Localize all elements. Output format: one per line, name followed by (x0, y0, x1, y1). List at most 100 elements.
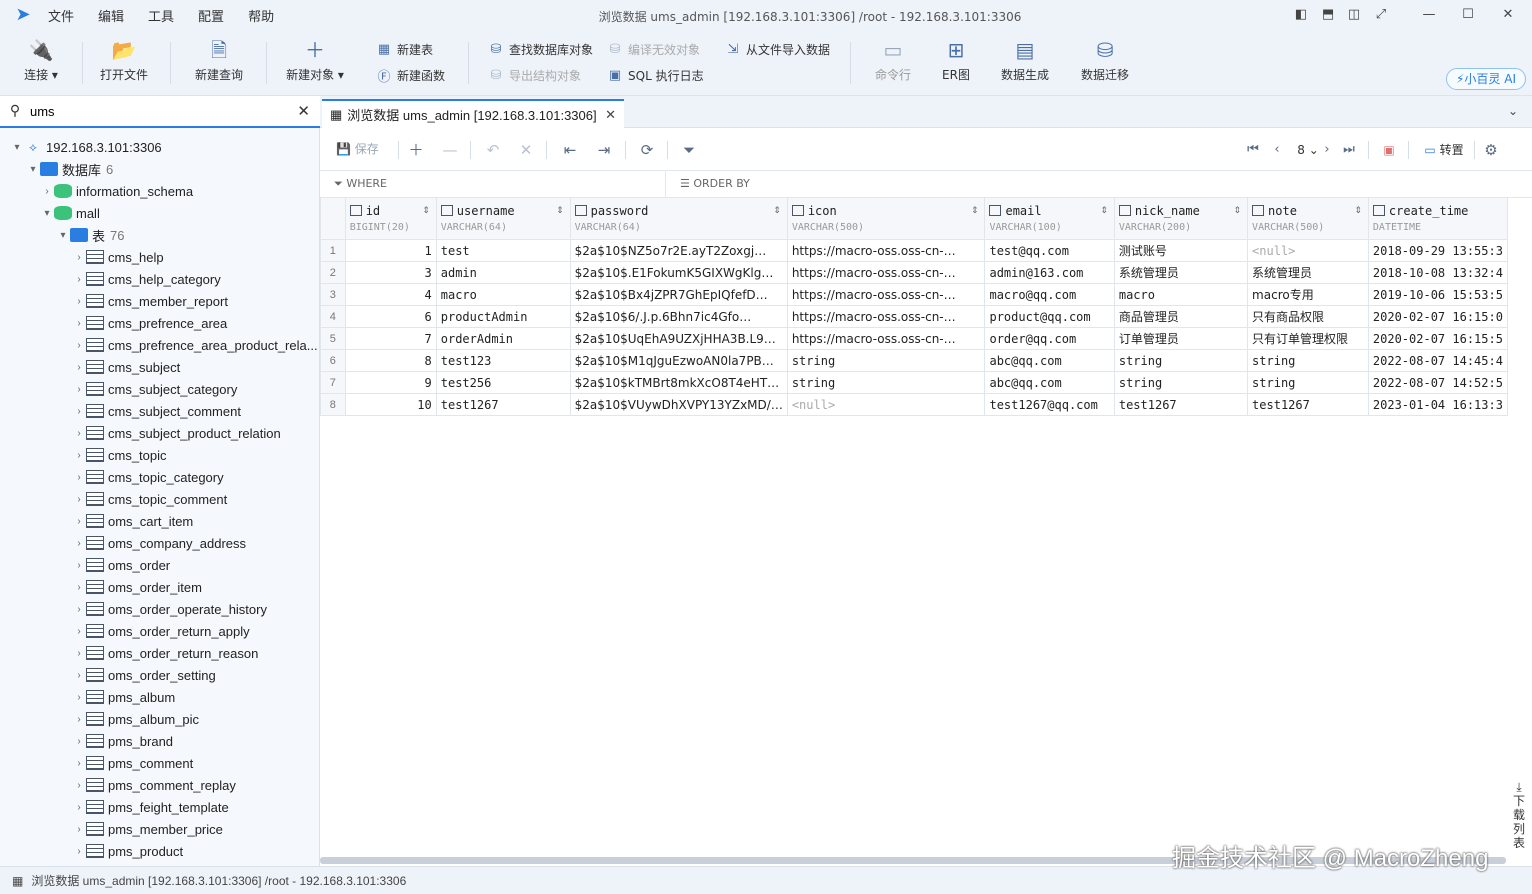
row-number[interactable]: 7 (320, 371, 346, 394)
tree-table-item[interactable]: › oms_order_operate_history (0, 598, 320, 620)
tree-table-item[interactable]: › cms_subject_category (0, 378, 320, 400)
cell-create-time[interactable]: 2020-02-07 16:15:5 (1367, 327, 1509, 350)
cell-id[interactable]: 7 (344, 327, 437, 350)
tree-table-item[interactable]: › pms_album (0, 686, 320, 708)
transpose-button[interactable]: ▭ 转置 (1418, 140, 1470, 160)
cell-icon[interactable]: string (786, 371, 986, 394)
close-tab-icon[interactable]: ✕ (605, 107, 616, 123)
tree-table-item[interactable]: › cms_topic (0, 444, 320, 466)
cell-nick-name[interactable]: 订单管理员 (1113, 327, 1249, 350)
sort-toggle-icon[interactable]: ⇕ (1100, 206, 1108, 216)
cell-create-time[interactable]: 2018-10-08 13:32:4 (1367, 261, 1509, 284)
column-header-nick-name[interactable]: nick_name VARCHAR(200) ⇕ (1113, 197, 1249, 240)
tree-table-item[interactable]: › cms_topic_category (0, 466, 320, 488)
cancel-icon[interactable]: ✕ (515, 140, 537, 160)
er-diagram-button[interactable]: ⊞ ER图 (921, 38, 991, 83)
sort-toggle-icon[interactable]: ⇕ (422, 206, 430, 216)
tree-connection[interactable]: ▾ ⟡ 192.168.3.101:3306 (0, 136, 320, 158)
chevron-right-icon[interactable]: › (72, 318, 86, 329)
table-row[interactable]: 4 6 productAdmin $2a$10$6/.J.p.6Bhn7ic4Gfo…… (320, 305, 1509, 328)
cell-id[interactable]: 9 (344, 371, 437, 394)
tree-table-item[interactable]: › cms_help_category (0, 268, 320, 290)
cell-note[interactable]: 只有订单管理权限 (1247, 327, 1369, 350)
cell-create-time[interactable]: 2022-08-07 14:45:4 (1367, 349, 1509, 372)
chevron-right-icon[interactable]: › (72, 648, 86, 659)
column-header-note[interactable]: note VARCHAR(500) ⇕ (1247, 197, 1369, 240)
cell-icon[interactable]: string (786, 349, 986, 372)
chevron-right-icon[interactable]: › (72, 824, 86, 835)
compile-invalid-button[interactable]: ⛁ 编译无效对象 (607, 39, 700, 59)
cell-email[interactable]: test@qq.com (984, 239, 1115, 262)
menu-config[interactable]: 配置 (198, 6, 224, 25)
column-header-email[interactable]: email VARCHAR(100) ⇕ (984, 197, 1115, 240)
import-file-button[interactable]: ⇲ 从文件导入数据 (725, 39, 830, 59)
menu-edit[interactable]: 编辑 (98, 6, 124, 25)
export-structure-button[interactable]: ⛁ 导出结构对象 (488, 65, 581, 85)
tree-table-folder[interactable]: ▾ 表 76 (0, 224, 320, 246)
table-row[interactable]: 8 10 test1267 $2a$10$VUywDhXVPY13YZxMD/… <nu… (320, 393, 1509, 416)
tree-table-item[interactable]: › oms_order_return_apply (0, 620, 320, 642)
cell-nick-name[interactable]: 测试账号 (1113, 239, 1249, 262)
new-object-button[interactable]: ＋新建对象 ▾ (280, 38, 350, 83)
tree-table-item[interactable]: › pms_album_pic (0, 708, 320, 730)
row-number[interactable]: 1 (320, 239, 346, 262)
chevron-right-icon[interactable]: › (72, 692, 86, 703)
where-filter-input[interactable]: ⏷ WHERE (320, 171, 666, 197)
tab-list-dropdown-icon[interactable]: ⌄ (1508, 104, 1518, 118)
prev-page-icon[interactable]: ‹ (1266, 140, 1288, 160)
table-row[interactable]: 6 8 test123 $2a$10$M1qJguEzwoAN0la7PB… strin… (320, 349, 1509, 372)
column-header-username[interactable]: username VARCHAR(64) ⇕ (435, 197, 571, 240)
chevron-down-icon[interactable]: ▾ (26, 164, 40, 175)
tree-table-item[interactable]: › pms_feight_template (0, 796, 320, 818)
tree-table-item[interactable]: › cms_prefrence_area (0, 312, 320, 334)
cell-note[interactable]: <null> (1247, 239, 1369, 262)
cell-username[interactable]: test256 (435, 371, 571, 394)
chevron-right-icon[interactable]: › (72, 428, 86, 439)
tree-table-item[interactable]: › pms_comment_replay (0, 774, 320, 796)
row-number[interactable]: 5 (320, 327, 346, 350)
chevron-right-icon[interactable]: › (72, 340, 86, 351)
layout-top-icon[interactable]: ⬒ (1317, 4, 1339, 26)
cell-note[interactable]: 系统管理员 (1247, 261, 1369, 284)
find-db-object-button[interactable]: ⛁ 查找数据库对象 (488, 39, 593, 59)
settings-icon[interactable]: ⚙ (1480, 140, 1502, 160)
new-table-button[interactable]: ▦ 新建表 (376, 39, 433, 59)
layout-split-icon[interactable]: ◫ (1343, 4, 1365, 26)
tree-db-folder[interactable]: ▾ 数据库 6 (0, 158, 320, 180)
layout-expand-icon[interactable]: ⤢ (1370, 4, 1392, 26)
row-number[interactable]: 8 (320, 393, 346, 416)
cell-create-time[interactable]: 2022-08-07 14:52:5 (1367, 371, 1509, 394)
ai-assistant-button[interactable]: ⚡小百灵 AI (1446, 68, 1526, 90)
tree-table-item[interactable]: › pms_brand (0, 730, 320, 752)
chevron-right-icon[interactable]: › (72, 362, 86, 373)
export-icon[interactable]: ⇥ (593, 140, 615, 160)
order-by-input[interactable]: ☰ ORDER BY (666, 171, 750, 197)
tree-table-item[interactable]: › pms_product (0, 840, 320, 862)
chevron-down-icon[interactable]: ▾ (40, 208, 54, 219)
save-button[interactable]: 💾 保存 (336, 138, 379, 160)
data-migrate-button[interactable]: ⛁ 数据迁移 (1070, 38, 1140, 83)
menu-tools[interactable]: 工具 (148, 6, 174, 25)
cell-email[interactable]: abc@qq.com (984, 349, 1115, 372)
tree-table-item[interactable]: › cms_help (0, 246, 320, 268)
menu-help[interactable]: 帮助 (248, 6, 274, 25)
sort-toggle-icon[interactable]: ⇕ (1234, 206, 1242, 216)
command-line-button[interactable]: ▭ 命令行 (858, 38, 928, 83)
cell-create-time[interactable]: 2019-10-06 15:53:5 (1367, 283, 1509, 306)
cell-username[interactable]: test1267 (435, 393, 571, 416)
table-row[interactable]: 3 4 macro $2a$10$Bx4jZPR7GhEpIQfefD… https:/… (320, 283, 1509, 306)
table-row[interactable]: 1 1 test $2a$10$NZ5o7r2E.ayT2Zoxgj… https://… (320, 239, 1509, 262)
cell-note[interactable]: string (1247, 371, 1369, 394)
cell-note[interactable]: test1267 (1247, 393, 1369, 416)
cell-password[interactable]: $2a$10$Bx4jZPR7GhEpIQfefD… (569, 283, 788, 306)
chevron-right-icon[interactable]: › (72, 472, 86, 483)
row-number[interactable]: 6 (320, 349, 346, 372)
tree-table-item[interactable]: › pms_member_price (0, 818, 320, 840)
chevron-right-icon[interactable]: › (72, 714, 86, 725)
chevron-right-icon[interactable]: › (72, 516, 86, 527)
sort-toggle-icon[interactable]: ⇕ (971, 206, 979, 216)
last-page-icon[interactable]: ⏭ (1338, 140, 1360, 160)
cell-nick-name[interactable]: string (1113, 371, 1249, 394)
tab-browse-ums-admin[interactable]: ▦ 浏览数据 ums_admin [192.168.3.101:3306] ✕ (322, 99, 624, 128)
tree-table-item[interactable]: › cms_member_report (0, 290, 320, 312)
